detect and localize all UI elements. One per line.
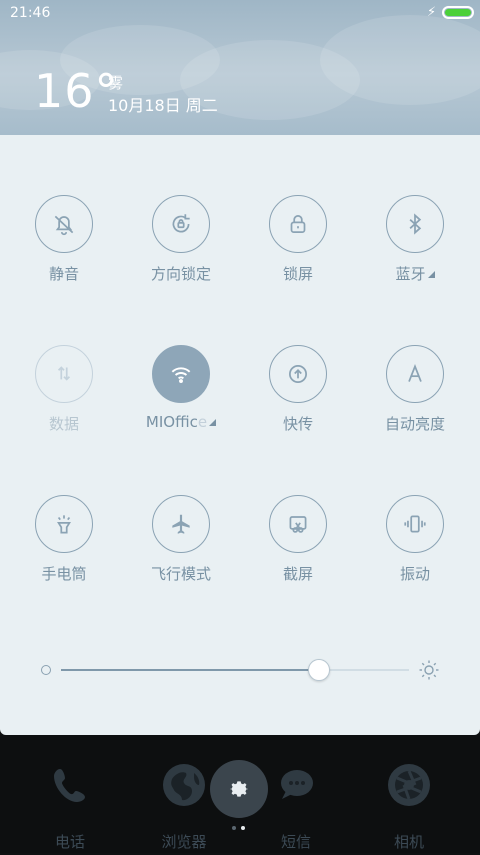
tile-quick-transfer-label: 快传 [282, 415, 313, 433]
tile-flashlight[interactable]: 手电筒 [14, 495, 114, 605]
rotation-lock-icon [152, 195, 210, 253]
dock-app-camera-label: 相机 [393, 833, 424, 851]
brightness-low-icon [41, 665, 51, 675]
tile-bluetooth[interactable]: 蓝牙 [365, 195, 465, 305]
mobile-data-icon [35, 345, 93, 403]
gear-icon [229, 781, 249, 797]
tile-auto-brightness-label: 自动亮度 [384, 415, 445, 433]
brightness-slider-fill [61, 669, 319, 671]
phone-icon [46, 761, 94, 809]
tile-airplane-mode[interactable]: 飞行模式 [131, 495, 231, 605]
charging-icon: ⚡ [427, 5, 437, 20]
brightness-slider-thumb[interactable] [308, 659, 330, 681]
page-indicator [232, 826, 252, 832]
tile-rotation-lock-label: 方向锁定 [150, 265, 211, 283]
bluetooth-icon [386, 195, 444, 253]
tile-vibrate[interactable]: 振动 [365, 495, 465, 605]
brightness-high-icon [418, 659, 440, 681]
status-time: 21:46 [10, 5, 51, 21]
weather-condition: 雾 [108, 74, 124, 92]
tile-lock-screen-label: 锁屏 [282, 265, 313, 283]
tile-wifi-label: MIOffice [121, 413, 241, 431]
tile-silent-label: 静音 [48, 265, 79, 283]
tile-mobile-data-label: 数据 [48, 415, 79, 433]
airplane-icon [152, 495, 210, 553]
upload-circle-icon [269, 345, 327, 403]
dock-app-browser-label: 浏览器 [161, 833, 207, 851]
tile-quick-transfer[interactable]: 快传 [248, 345, 348, 455]
tile-vibrate-label: 振动 [399, 565, 430, 583]
tile-wifi[interactable]: MIOffice [131, 345, 231, 455]
tile-flashlight-label: 手电筒 [41, 565, 87, 583]
page-dot-active [241, 826, 245, 830]
dock-app-messages-label: 短信 [280, 833, 311, 851]
weather-temperature: 16° [34, 64, 119, 118]
tile-auto-brightness[interactable]: 自动亮度 [365, 345, 465, 455]
browser-icon [160, 761, 208, 809]
tile-screenshot-label: 截屏 [282, 565, 313, 583]
tile-wifi-text: MIOffic [145, 413, 198, 431]
tile-bluetooth-text: 蓝牙 [395, 265, 426, 283]
vibrate-icon [386, 495, 444, 553]
tile-mobile-data[interactable]: 数据 [14, 345, 114, 455]
battery-icon [442, 6, 474, 19]
screenshot-icon [269, 495, 327, 553]
message-icon [272, 761, 320, 809]
dock-app-phone-label: 电话 [54, 833, 85, 851]
dock-app-camera[interactable]: 相机 [361, 745, 457, 855]
dock-app-phone[interactable]: 电话 [22, 745, 118, 855]
tile-screenshot[interactable]: 截屏 [248, 495, 348, 605]
auto-brightness-icon [386, 345, 444, 403]
tile-lock-screen[interactable]: 锁屏 [248, 195, 348, 305]
expand-indicator-icon [427, 271, 435, 278]
settings-button[interactable] [210, 760, 268, 818]
wifi-icon [152, 345, 210, 403]
camera-icon [385, 761, 433, 809]
tile-rotation-lock[interactable]: 方向锁定 [131, 195, 231, 305]
tile-bluetooth-label: 蓝牙 [355, 263, 475, 284]
tile-airplane-mode-label: 飞行模式 [150, 565, 211, 583]
page-dot [232, 826, 236, 830]
expand-indicator-icon [209, 419, 217, 426]
tile-wifi-text-faded: e [197, 413, 208, 431]
flashlight-icon [35, 495, 93, 553]
bell-off-icon [35, 195, 93, 253]
tile-silent[interactable]: 静音 [14, 195, 114, 305]
lock-icon [269, 195, 327, 253]
weather-date: 10月18日 周二 [108, 96, 218, 115]
